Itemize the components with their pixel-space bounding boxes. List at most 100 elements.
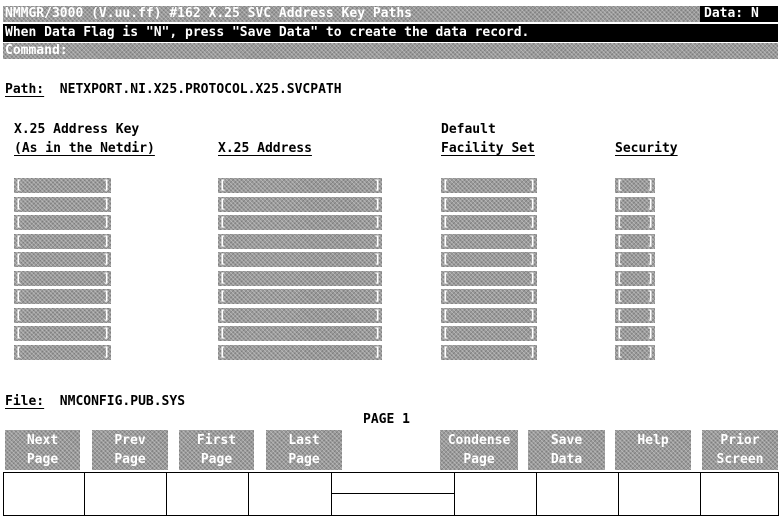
field-open-bracket: [ — [442, 271, 450, 285]
facility-set-field[interactable]: [] — [441, 178, 537, 193]
first-page-key[interactable]: First Page — [179, 430, 254, 470]
field-close-bracket: ] — [373, 215, 381, 229]
address-key-field[interactable]: [] — [14, 271, 111, 286]
x25-address-field[interactable]: [] — [218, 345, 382, 360]
help-key[interactable]: Help — [615, 430, 691, 470]
x25-address-field[interactable]: [] — [218, 252, 382, 267]
security-field[interactable]: [] — [615, 252, 655, 267]
facility-set-field[interactable]: [] — [441, 215, 537, 230]
field-open-bracket: [ — [15, 271, 23, 285]
address-key-field[interactable]: [] — [14, 308, 111, 323]
facility-header: Default — [441, 122, 496, 137]
field-close-bracket: ] — [646, 326, 654, 340]
security-field[interactable]: [] — [615, 215, 655, 230]
x25-address-field[interactable]: [] — [218, 271, 382, 286]
security-field[interactable]: [] — [615, 289, 655, 304]
soft-key-slot — [166, 472, 249, 516]
field-open-bracket: [ — [616, 326, 624, 340]
key-label-line2: Data — [550, 452, 583, 467]
facility-set-field[interactable]: [] — [441, 234, 537, 249]
x25-address-field[interactable]: [] — [218, 215, 382, 230]
field-open-bracket: [ — [219, 252, 227, 266]
key-label-line1: Help — [637, 433, 669, 448]
x25-address-field[interactable]: [] — [218, 197, 382, 212]
security-field[interactable]: [] — [615, 271, 655, 286]
facility-set-field[interactable]: [] — [441, 326, 537, 341]
field-open-bracket: [ — [616, 197, 624, 211]
x25-address-field[interactable]: [] — [218, 178, 382, 193]
soft-key-slot-center — [331, 472, 455, 516]
prev-page-key[interactable]: Prev Page — [92, 430, 168, 470]
key-label-line1: Save — [550, 433, 583, 448]
facility-set-field[interactable]: [] — [441, 308, 537, 323]
field-close-bracket: ] — [373, 252, 381, 266]
path-label: Path: — [5, 82, 45, 97]
soft-key-slot — [618, 472, 701, 516]
command-label: Command: — [5, 43, 68, 58]
x25-address-field[interactable]: [] — [218, 289, 382, 304]
field-close-bracket: ] — [528, 215, 536, 229]
facility-set-field[interactable]: [] — [441, 289, 537, 304]
security-field[interactable]: [] — [615, 197, 655, 212]
soft-key-slot — [3, 472, 85, 516]
key-label-line2: Page — [114, 452, 146, 467]
x25-address-field[interactable]: [] — [218, 326, 382, 341]
address-key-field[interactable]: [] — [14, 234, 111, 249]
security-field[interactable]: [] — [615, 345, 655, 360]
security-field[interactable]: [] — [615, 178, 655, 193]
x25-address-field[interactable]: [] — [218, 234, 382, 249]
address-key-field[interactable]: [] — [14, 326, 111, 341]
save-data-key[interactable]: Save Data — [528, 430, 605, 470]
field-open-bracket: [ — [616, 252, 624, 266]
field-close-bracket: ] — [102, 271, 110, 285]
field-close-bracket: ] — [102, 308, 110, 322]
field-close-bracket: ] — [528, 308, 536, 322]
key-label-line1: Condense — [447, 433, 511, 448]
facility-set-field[interactable]: [] — [441, 252, 537, 267]
field-close-bracket: ] — [102, 289, 110, 303]
key-label-line2: Page — [200, 452, 233, 467]
field-open-bracket: [ — [442, 326, 450, 340]
field-close-bracket: ] — [646, 289, 654, 303]
security-header: Security — [615, 141, 678, 156]
security-field[interactable]: [] — [615, 234, 655, 249]
command-line[interactable]: Command: — [3, 43, 778, 59]
security-field[interactable]: [] — [615, 308, 655, 323]
address-key-field[interactable]: [] — [14, 345, 111, 360]
address-key-field[interactable]: [] — [14, 289, 111, 304]
field-close-bracket: ] — [373, 271, 381, 285]
field-open-bracket: [ — [616, 308, 624, 322]
field-open-bracket: [ — [219, 215, 227, 229]
address-key-field[interactable]: [] — [14, 215, 111, 230]
x25-address-field[interactable]: [] — [218, 308, 382, 323]
field-close-bracket: ] — [646, 234, 654, 248]
field-open-bracket: [ — [616, 215, 624, 229]
address-key-field[interactable]: [] — [14, 178, 111, 193]
field-close-bracket: ] — [102, 345, 110, 359]
last-page-key[interactable]: Last Page — [266, 430, 342, 470]
field-close-bracket: ] — [646, 215, 654, 229]
facility-set-field[interactable]: [] — [441, 271, 537, 286]
security-field[interactable]: [] — [615, 326, 655, 341]
address-key-field[interactable]: [] — [14, 252, 111, 267]
field-close-bracket: ] — [528, 197, 536, 211]
key-label-line1: Prior — [720, 433, 760, 448]
field-close-bracket: ] — [102, 252, 110, 266]
next-page-key[interactable]: Next Page — [5, 430, 80, 470]
field-close-bracket: ] — [373, 326, 381, 340]
address-header: X.25 Address — [218, 141, 312, 156]
facility-set-field[interactable]: [] — [441, 197, 537, 212]
field-open-bracket: [ — [15, 178, 23, 192]
field-open-bracket: [ — [219, 271, 227, 285]
facility-set-field[interactable]: [] — [441, 345, 537, 360]
prior-screen-key[interactable]: Prior Screen — [702, 430, 778, 470]
page-indicator: PAGE 1 — [363, 412, 410, 427]
condense-page-key[interactable]: Condense Page — [440, 430, 518, 470]
field-open-bracket: [ — [616, 345, 624, 359]
field-open-bracket: [ — [442, 308, 450, 322]
field-open-bracket: [ — [442, 345, 450, 359]
address-key-field[interactable]: [] — [14, 197, 111, 212]
field-open-bracket: [ — [15, 308, 23, 322]
file-value: NMCONFIG.PUB.SYS — [59, 394, 186, 409]
field-open-bracket: [ — [15, 326, 23, 340]
